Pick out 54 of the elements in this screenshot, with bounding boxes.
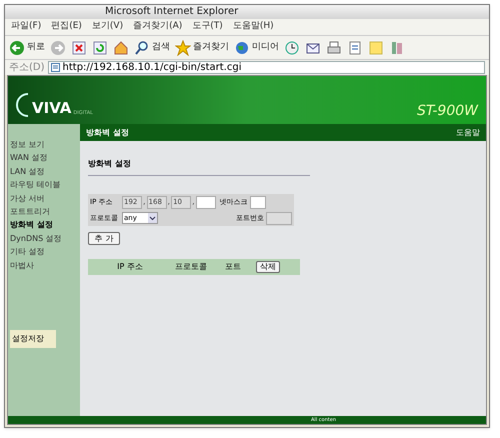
media-button[interactable]: 미디어 (234, 40, 279, 56)
back-icon (9, 40, 25, 56)
section-heading: 방화벽 설정 (88, 159, 131, 168)
menu-item[interactable]: 편집(E) (51, 20, 82, 34)
note-icon[interactable] (368, 40, 384, 56)
forward-icon[interactable] (50, 40, 66, 56)
menu-item[interactable]: 도움말(H) (232, 20, 274, 34)
sidebar-item[interactable]: 정보 보기 (8, 138, 80, 152)
header-title: 방화벽 설정 (86, 126, 129, 138)
stop-icon[interactable] (71, 40, 87, 56)
logo-text: VIVA (32, 101, 72, 116)
sidebar-item[interactable]: LAN 설정 (8, 164, 80, 178)
sidebar-item[interactable]: WAN 설정 (8, 151, 80, 165)
column-header: 프로토콜 (174, 261, 208, 273)
address-label: 주소(D) (9, 61, 45, 75)
star-icon (175, 40, 191, 56)
clock-icon[interactable] (284, 40, 300, 56)
netmask-field[interactable] (250, 196, 266, 208)
search-icon (134, 40, 150, 56)
refresh-icon[interactable] (92, 40, 108, 56)
favorites-button[interactable]: 즐겨찾기 (175, 40, 229, 56)
sidebar-item[interactable]: 기타 설정 (8, 245, 80, 259)
menu-item[interactable]: 보기(V) (92, 20, 124, 34)
address-field[interactable]: http://192.168.10.1/cgi-bin/start.cgi (48, 61, 485, 74)
sidebar-item[interactable]: 마법사 (8, 258, 80, 272)
add-button[interactable]: 추 가 (88, 232, 120, 245)
sidebar-item[interactable]: 포트트리거 (8, 204, 80, 218)
menu-item[interactable]: 즐겨찾기(A) (133, 20, 182, 34)
sidebar-item[interactable]: 가상 서버 (8, 192, 80, 205)
logo-arc-icon (16, 92, 30, 118)
search-button[interactable]: 검색 (134, 40, 170, 56)
ip-octet-field[interactable] (196, 196, 216, 208)
column-header: IP 주소 (116, 261, 144, 273)
model-name: ST-900W (416, 104, 478, 118)
ip-separator: , (168, 196, 170, 208)
menu-item[interactable]: 도구(T) (192, 20, 223, 34)
document-icon[interactable] (347, 40, 363, 56)
sidebar-item[interactable]: 방화벽 설정 (8, 218, 80, 232)
column-header: 포트 (224, 261, 242, 273)
sidebar-item[interactable]: 라우팅 테이블 (8, 178, 80, 192)
back-button[interactable]: 뒤로 (9, 40, 45, 56)
menu-item[interactable]: 파일(F) (11, 20, 42, 34)
delete-button[interactable]: 삭제 (256, 261, 280, 273)
page-icon (50, 63, 60, 72)
sidebar-item[interactable]: DynDNS 설정 (8, 232, 80, 246)
home-icon[interactable] (113, 40, 129, 56)
messenger-icon[interactable] (389, 40, 405, 56)
ip-separator: , (143, 196, 146, 208)
window-title: Microsoft Internet Explorer (105, 7, 238, 17)
help-link[interactable]: 도움말 (456, 126, 480, 138)
save-settings-button[interactable]: 설정저장 (10, 330, 56, 348)
ip-separator: , (192, 196, 195, 208)
globe-icon (234, 40, 250, 56)
printer-icon[interactable] (326, 40, 342, 56)
